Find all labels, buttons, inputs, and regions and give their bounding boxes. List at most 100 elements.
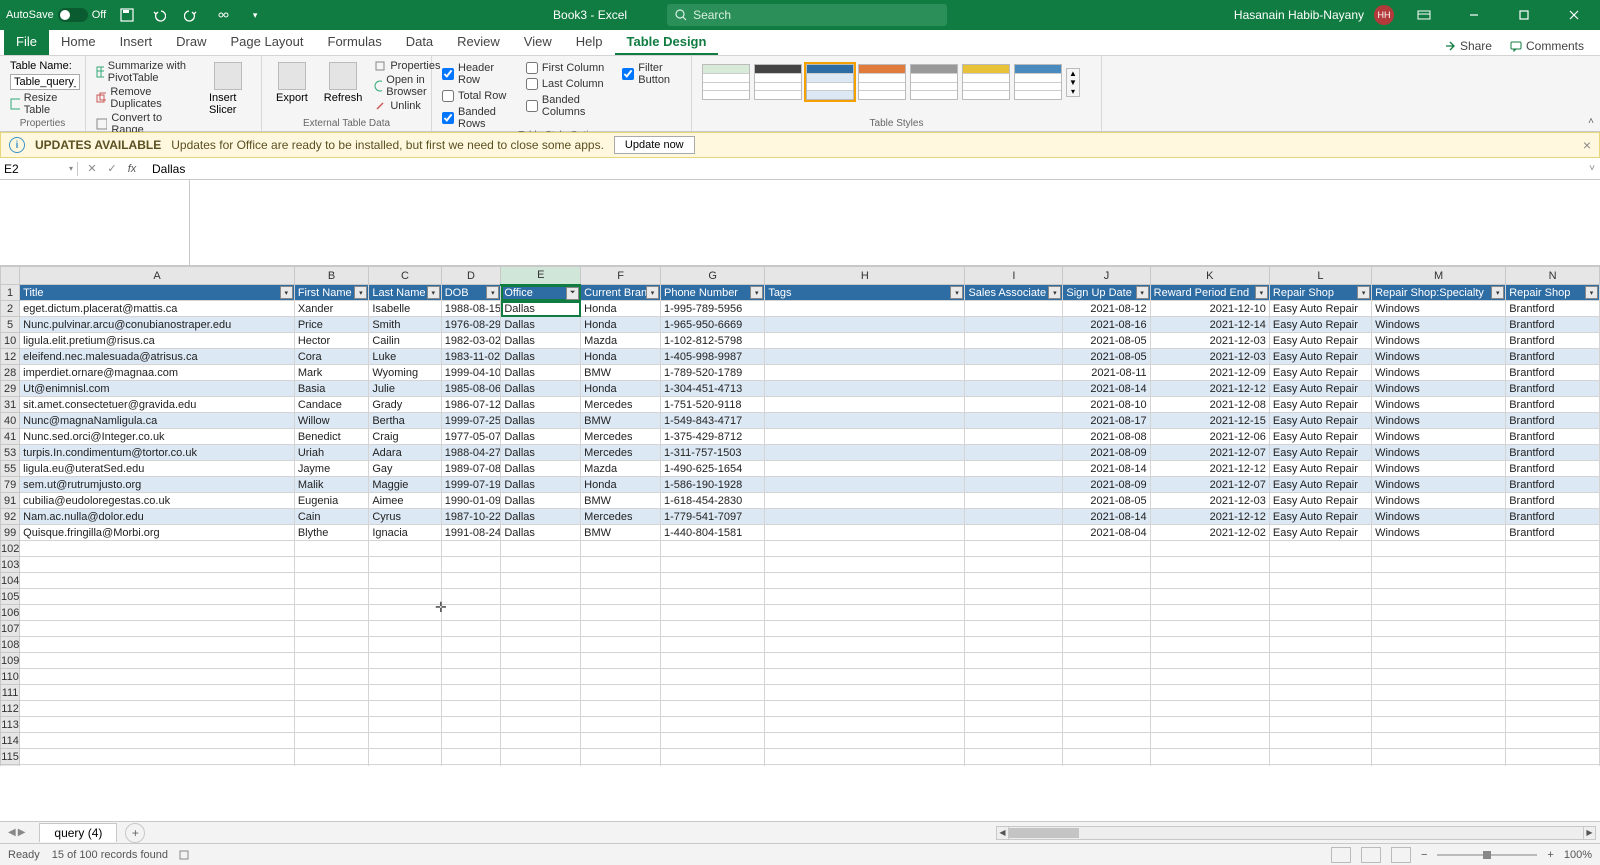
table-cell[interactable]: Windows (1372, 429, 1506, 445)
table-cell[interactable]: Quisque.fringilla@Morbi.org (20, 525, 295, 541)
tab-page-layout[interactable]: Page Layout (219, 30, 316, 55)
table-cell[interactable]: Ignacia (369, 525, 441, 541)
empty-cell[interactable] (441, 557, 501, 573)
empty-cell[interactable] (660, 573, 764, 589)
undo-icon[interactable] (148, 4, 170, 26)
table-cell[interactable] (765, 333, 965, 349)
empty-cell[interactable] (1063, 765, 1150, 767)
table-cell[interactable] (965, 317, 1063, 333)
enter-formula-icon[interactable]: ✓ (104, 162, 120, 175)
empty-cell[interactable] (581, 701, 661, 717)
total-row-checkbox[interactable]: Total Row (442, 90, 508, 102)
empty-cell[interactable] (1372, 573, 1506, 589)
redo-icon[interactable] (180, 4, 202, 26)
empty-cell[interactable] (501, 637, 581, 653)
table-cell[interactable] (765, 461, 965, 477)
table-header-cell[interactable]: DOB▾ (441, 285, 501, 301)
empty-cell[interactable] (765, 765, 965, 767)
table-cell[interactable]: Smith (369, 317, 441, 333)
empty-cell[interactable] (441, 653, 501, 669)
filter-dropdown-icon[interactable]: ▾ (1357, 286, 1370, 299)
empty-cell[interactable] (20, 685, 295, 701)
table-cell[interactable] (965, 445, 1063, 461)
empty-cell[interactable] (965, 541, 1063, 557)
table-cell[interactable]: 1-618-454-2830 (660, 493, 764, 509)
table-cell[interactable]: 2021-12-12 (1150, 509, 1269, 525)
table-cell[interactable]: 2021-08-05 (1063, 493, 1150, 509)
table-cell[interactable]: 2021-12-07 (1150, 477, 1269, 493)
filter-button-checkbox[interactable]: Filter Button (622, 62, 681, 86)
empty-cell[interactable] (501, 717, 581, 733)
empty-cell[interactable] (765, 573, 965, 589)
empty-cell[interactable] (1150, 589, 1269, 605)
empty-cell[interactable] (1269, 541, 1371, 557)
table-cell[interactable]: Windows (1372, 365, 1506, 381)
row-header-113[interactable]: 113 (1, 717, 20, 733)
row-header-107[interactable]: 107 (1, 621, 20, 637)
table-cell[interactable]: 1-304-451-4713 (660, 381, 764, 397)
empty-cell[interactable] (441, 749, 501, 765)
table-header-cell[interactable]: Sign Up Date▾ (1063, 285, 1150, 301)
empty-cell[interactable] (581, 637, 661, 653)
table-cell[interactable]: 2021-12-06 (1150, 429, 1269, 445)
table-cell[interactable]: Dallas (501, 509, 581, 525)
empty-cell[interactable] (660, 605, 764, 621)
table-cell[interactable]: Windows (1372, 333, 1506, 349)
empty-cell[interactable] (660, 637, 764, 653)
empty-cell[interactable] (660, 685, 764, 701)
table-cell[interactable]: 1990-01-09 (441, 493, 501, 509)
table-cell[interactable]: Windows (1372, 381, 1506, 397)
empty-cell[interactable] (441, 765, 501, 767)
row-header-1[interactable]: 1 (1, 285, 20, 301)
table-cell[interactable]: 1991-08-24 (441, 525, 501, 541)
empty-cell[interactable] (1063, 733, 1150, 749)
table-cell[interactable]: Mercedes (581, 445, 661, 461)
column-header-I[interactable]: I (965, 267, 1063, 285)
empty-cell[interactable] (1372, 669, 1506, 685)
column-header-L[interactable]: L (1269, 267, 1371, 285)
empty-cell[interactable] (660, 765, 764, 767)
table-cell[interactable]: 2021-12-10 (1150, 301, 1269, 317)
update-now-button[interactable]: Update now (614, 136, 695, 154)
table-cell[interactable]: 1-440-804-1581 (660, 525, 764, 541)
empty-cell[interactable] (441, 589, 501, 605)
table-cell[interactable]: ligula.eu@uteratSed.edu (20, 461, 295, 477)
minimize-icon[interactable] (1454, 0, 1494, 30)
table-cell[interactable]: Dallas (501, 301, 581, 317)
table-header-cell[interactable]: Reward Period End▾ (1150, 285, 1269, 301)
empty-cell[interactable] (20, 765, 295, 767)
row-header-105[interactable]: 105 (1, 589, 20, 605)
table-cell[interactable] (965, 509, 1063, 525)
empty-cell[interactable] (965, 573, 1063, 589)
page-break-view-button[interactable] (1391, 847, 1411, 863)
resize-table-button[interactable]: Resize Table (10, 92, 75, 116)
scroll-left-icon[interactable]: ◀ (997, 827, 1009, 839)
empty-cell[interactable] (965, 605, 1063, 621)
table-cell[interactable]: Dallas (501, 429, 581, 445)
table-header-cell[interactable]: Phone Number▾ (660, 285, 764, 301)
table-cell[interactable] (765, 365, 965, 381)
table-cell[interactable]: Mercedes (581, 397, 661, 413)
table-style-6[interactable] (962, 64, 1010, 100)
empty-cell[interactable] (369, 685, 441, 701)
table-style-1[interactable] (702, 64, 750, 100)
table-cell[interactable] (965, 381, 1063, 397)
first-column-checkbox[interactable]: First Column (526, 62, 604, 74)
empty-cell[interactable] (501, 573, 581, 589)
table-cell[interactable]: Dallas (501, 493, 581, 509)
row-header-10[interactable]: 10 (1, 333, 20, 349)
empty-cell[interactable] (1269, 669, 1371, 685)
empty-cell[interactable] (501, 749, 581, 765)
banded-columns-checkbox[interactable]: Banded Columns (526, 94, 604, 118)
empty-cell[interactable] (294, 573, 369, 589)
empty-cell[interactable] (660, 541, 764, 557)
table-cell[interactable]: Honda (581, 301, 661, 317)
empty-cell[interactable] (1269, 573, 1371, 589)
row-header-102[interactable]: 102 (1, 541, 20, 557)
table-cell[interactable]: Windows (1372, 477, 1506, 493)
table-cell[interactable]: Easy Auto Repair (1269, 301, 1371, 317)
table-cell[interactable]: Easy Auto Repair (1269, 317, 1371, 333)
empty-cell[interactable] (1506, 605, 1600, 621)
column-header-D[interactable]: D (441, 267, 501, 285)
empty-cell[interactable] (965, 701, 1063, 717)
